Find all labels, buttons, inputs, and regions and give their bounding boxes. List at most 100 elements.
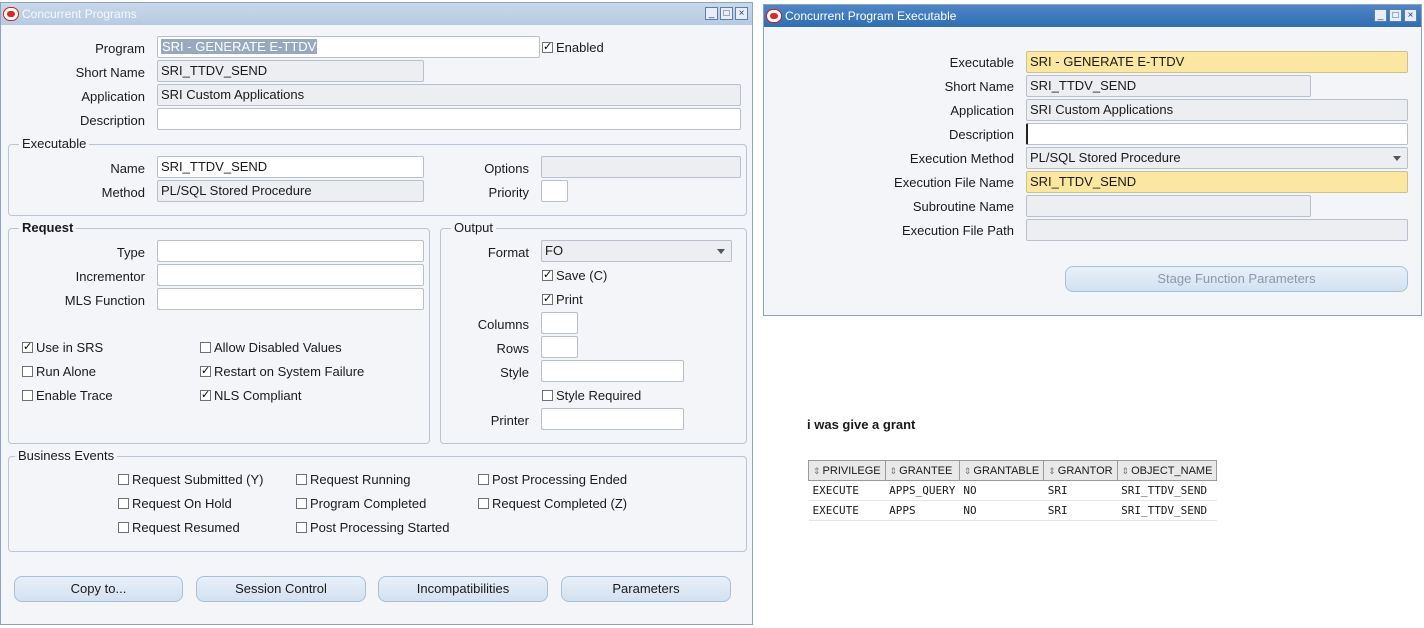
priority-field[interactable] <box>541 180 568 202</box>
event-program-completed-label: Program Completed <box>310 496 427 511</box>
options-field[interactable] <box>541 156 741 178</box>
enable-trace-checkbox[interactable]: Enable Trace <box>22 388 113 403</box>
sort-icon: ⇕ <box>889 465 898 476</box>
event-program-completed[interactable]: Program Completed <box>296 496 426 511</box>
stage-function-parameters-button[interactable]: Stage Function Parameters <box>1065 266 1408 292</box>
enable-trace-box[interactable] <box>22 390 33 401</box>
col-privilege-label: PRIVILEGE <box>822 464 881 477</box>
table-row[interactable]: EXECUTE APPS NO SRI SRI_TTDV_SEND <box>808 500 1217 521</box>
priority-label: Priority <box>488 185 529 200</box>
close-icon[interactable]: × <box>1404 9 1417 22</box>
event-request-resumed-box[interactable] <box>118 522 129 533</box>
mls-function-field[interactable] <box>157 288 424 310</box>
session-control-button[interactable]: Session Control <box>196 576 366 602</box>
allow-disabled-values-box[interactable] <box>200 342 211 353</box>
rw-subroutine-name-field[interactable] <box>1026 195 1311 217</box>
right-window-title: Concurrent Program Executable <box>785 9 957 23</box>
dropdown-arrow-icon[interactable] <box>1393 156 1401 161</box>
rw-short-name-field[interactable]: SRI_TTDV_SEND <box>1026 75 1311 97</box>
incompatibilities-button[interactable]: Incompatibilities <box>378 576 548 602</box>
rw-execution-file-path-field[interactable] <box>1026 219 1408 241</box>
right-titlebar[interactable]: Concurrent Program Executable _ □ × <box>764 5 1421 27</box>
rows-label: Rows <box>496 341 529 356</box>
print-box[interactable]: ✓ <box>542 294 553 305</box>
format-dropdown[interactable]: FO <box>541 240 732 262</box>
exec-method-field[interactable]: PL/SQL Stored Procedure <box>157 180 424 202</box>
enabled-box[interactable]: ✓ <box>542 42 553 53</box>
minimize-icon[interactable]: _ <box>1374 9 1387 22</box>
minimize-icon[interactable]: _ <box>705 7 718 20</box>
event-request-submitted-box[interactable] <box>118 474 129 485</box>
event-request-on-hold[interactable]: Request On Hold <box>118 496 232 511</box>
rw-executable-field[interactable]: SRI - GENERATE E-TTDV <box>1026 51 1408 73</box>
application-field[interactable]: SRI Custom Applications <box>157 84 741 106</box>
copy-to-button[interactable]: Copy to... <box>14 576 183 602</box>
table-cell: EXECUTE <box>808 480 886 501</box>
event-post-processing-started-label: Post Processing Started <box>310 520 450 535</box>
event-request-submitted[interactable]: Request Submitted (Y) <box>118 472 264 487</box>
save-box[interactable]: ✓ <box>542 270 553 281</box>
event-request-completed[interactable]: Request Completed (Z) <box>478 496 627 511</box>
rows-field[interactable] <box>541 336 578 358</box>
event-request-completed-box[interactable] <box>478 498 489 509</box>
run-alone-checkbox[interactable]: Run Alone <box>22 364 96 379</box>
nls-compliant-checkbox[interactable]: ✓ NLS Compliant <box>200 388 301 403</box>
oracle-logo-icon <box>4 8 18 20</box>
col-privilege[interactable]: ⇕ PRIVILEGE <box>808 460 886 481</box>
type-field[interactable] <box>157 240 424 262</box>
col-grantable[interactable]: ⇕ GRANTABLE <box>958 460 1045 481</box>
event-post-processing-started-box[interactable] <box>296 522 307 533</box>
table-cell: SRI <box>1043 500 1118 521</box>
event-post-processing-ended[interactable]: Post Processing Ended <box>478 472 627 487</box>
use-in-srs-label: Use in SRS <box>36 340 104 355</box>
exec-name-field[interactable]: SRI_TTDV_SEND <box>157 156 424 178</box>
col-grantee[interactable]: ⇕ GRANTEE <box>884 460 960 481</box>
restart-on-failure-checkbox[interactable]: ✓ Restart on System Failure <box>200 364 364 379</box>
event-program-completed-box[interactable] <box>296 498 307 509</box>
nls-compliant-box[interactable]: ✓ <box>200 390 211 401</box>
maximize-icon[interactable]: □ <box>1389 9 1402 22</box>
dropdown-arrow-icon[interactable] <box>717 249 725 254</box>
printer-field[interactable] <box>541 408 684 430</box>
description-field[interactable] <box>157 108 741 130</box>
event-request-on-hold-box[interactable] <box>118 498 129 509</box>
program-field[interactable]: SRI - GENERATE E-TTDV <box>157 36 540 58</box>
restart-on-failure-box[interactable]: ✓ <box>200 366 211 377</box>
event-request-resumed[interactable]: Request Resumed <box>118 520 240 535</box>
exec-name-label: Name <box>110 161 145 176</box>
table-cell: NO <box>959 480 1044 501</box>
print-checkbox[interactable]: ✓ Print <box>542 292 583 307</box>
rw-application-field[interactable]: SRI Custom Applications <box>1026 99 1408 121</box>
event-post-processing-started[interactable]: Post Processing Started <box>296 520 449 535</box>
enabled-checkbox[interactable]: ✓ Enabled <box>542 40 604 55</box>
close-icon[interactable]: × <box>735 7 748 20</box>
nls-compliant-label: NLS Compliant <box>214 388 302 403</box>
col-object-name[interactable]: ⇕ OBJECT_NAME <box>1116 460 1218 481</box>
event-request-running[interactable]: Request Running <box>296 472 410 487</box>
maximize-icon[interactable]: □ <box>720 7 733 20</box>
table-row[interactable]: EXECUTE APPS_QUERY NO SRI SRI_TTDV_SEND <box>808 480 1217 501</box>
allow-disabled-values-checkbox[interactable]: Allow Disabled Values <box>200 340 342 355</box>
rw-execution-method-dropdown[interactable]: PL/SQL Stored Procedure <box>1026 147 1408 169</box>
rw-execution-method-label: Execution Method <box>909 151 1014 166</box>
rw-short-name-label: Short Name <box>944 79 1014 94</box>
style-required-box[interactable] <box>542 390 553 401</box>
event-post-processing-ended-box[interactable] <box>478 474 489 485</box>
columns-field[interactable] <box>541 312 578 334</box>
use-in-srs-box[interactable]: ✓ <box>22 342 33 353</box>
rw-execution-file-name-field[interactable]: SRI_TTDV_SEND <box>1026 171 1408 193</box>
style-field[interactable] <box>541 360 684 382</box>
parameters-button[interactable]: Parameters <box>561 576 731 602</box>
left-titlebar[interactable]: Concurrent Programs _ □ × <box>1 3 752 25</box>
incrementor-field[interactable] <box>157 264 424 286</box>
style-required-checkbox[interactable]: Style Required <box>542 388 641 403</box>
rw-description-field[interactable] <box>1026 123 1408 145</box>
event-request-running-box[interactable] <box>296 474 307 485</box>
run-alone-box[interactable] <box>22 366 33 377</box>
columns-label: Columns <box>477 317 529 332</box>
rw-application-label: Application <box>950 103 1014 118</box>
short-name-field[interactable]: SRI_TTDV_SEND <box>157 60 424 82</box>
use-in-srs-checkbox[interactable]: ✓ Use in SRS <box>22 340 103 355</box>
col-grantor[interactable]: ⇕ GRANTOR <box>1043 460 1118 481</box>
save-checkbox[interactable]: ✓ Save (C) <box>542 268 607 283</box>
